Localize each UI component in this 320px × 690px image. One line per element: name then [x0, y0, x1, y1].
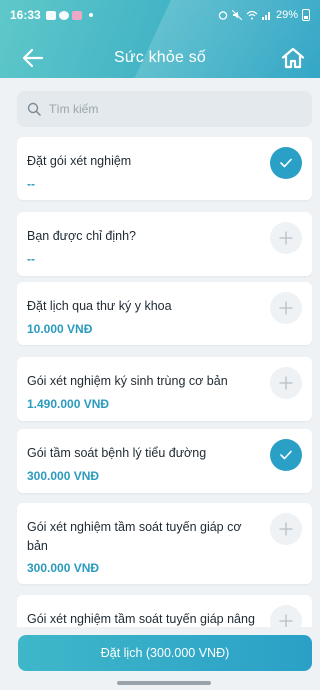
page-title: Sức khỏe số	[113, 49, 207, 66]
item-price: --	[27, 252, 35, 266]
item-name: Đặt gói xét nghiệm	[27, 154, 132, 168]
list-item-thyroid-advanced[interactable]: Gói xét nghiệm tầm soát tuyến giáp nâng	[17, 595, 312, 627]
home-icon	[281, 47, 305, 69]
list-item-parasite-package[interactable]: Gói xét nghiệm ký sinh trùng cơ bản 1.49…	[17, 357, 312, 421]
item-price: 300.000 VNĐ	[27, 469, 100, 483]
plus-icon	[279, 376, 293, 390]
plus-icon	[279, 301, 293, 315]
item-name: Gói xét nghiệm ký sinh trùng cơ bản	[27, 374, 228, 388]
list-item-thyroid-basic[interactable]: Gói xét nghiệm tầm soát tuyến giáp cơ bả…	[17, 503, 312, 584]
alarm-icon	[218, 11, 228, 20]
plus-icon	[279, 231, 293, 245]
mute-icon	[231, 10, 242, 20]
item-name: Bạn được chỉ định?	[27, 229, 136, 243]
item-price: --	[27, 177, 35, 191]
arrow-left-icon	[22, 48, 44, 68]
item-price: 300.000 VNĐ	[27, 561, 100, 575]
battery-icon	[302, 9, 310, 21]
item-name: Gói tầm soát bệnh lý tiểu đường	[27, 446, 207, 460]
selected-toggle[interactable]	[270, 439, 302, 471]
item-price: 1.490.000 VNĐ	[27, 397, 110, 411]
add-toggle[interactable]	[270, 222, 302, 254]
settings-notification-icon	[58, 10, 69, 20]
selected-toggle[interactable]	[270, 147, 302, 179]
item-name: Gói xét nghiệm tầm soát tuyến giáp cơ bả…	[27, 520, 242, 553]
battery-percent: 29%	[275, 9, 298, 21]
plus-icon	[279, 614, 293, 627]
add-toggle[interactable]	[270, 367, 302, 399]
app-notification-icon	[71, 10, 82, 20]
search-icon	[27, 102, 41, 116]
wifi-icon	[246, 10, 258, 20]
more-notifications-icon	[88, 13, 93, 17]
app-header: 16:33 29% Sức khỏe số	[0, 0, 320, 78]
gallery-notification-icon	[45, 10, 56, 20]
status-indicators: 29%	[218, 9, 310, 21]
signal-icon	[261, 12, 270, 20]
home-button[interactable]	[280, 45, 306, 71]
status-bar: 16:33 29%	[0, 0, 320, 30]
add-toggle[interactable]	[270, 605, 302, 627]
status-time: 16:33	[10, 8, 41, 22]
title-bar: Sức khỏe số	[0, 40, 320, 76]
item-name: Đặt lịch qua thư ký y khoa	[27, 299, 172, 313]
search-bar[interactable]	[17, 91, 312, 127]
list-item-medical-secretary[interactable]: Đặt lịch qua thư ký y khoa 10.000 VNĐ	[17, 282, 312, 345]
book-appointment-button[interactable]: Đặt lịch (300.000 VNĐ)	[18, 635, 312, 671]
check-icon	[280, 450, 292, 460]
check-icon	[280, 158, 292, 168]
add-toggle[interactable]	[270, 513, 302, 545]
item-price: 10.000 VNĐ	[27, 322, 93, 336]
add-toggle[interactable]	[270, 292, 302, 324]
service-list[interactable]: Đặt gói xét nghiệm -- Bạn được chỉ định?…	[17, 137, 312, 627]
list-item-prescribed[interactable]: Bạn được chỉ định? --	[17, 212, 312, 276]
list-item-diabetes-screening[interactable]: Gói tầm soát bệnh lý tiểu đường 300.000 …	[17, 429, 312, 493]
search-input[interactable]	[49, 102, 289, 116]
list-item-test-package[interactable]: Đặt gói xét nghiệm --	[17, 137, 312, 200]
item-name: Gói xét nghiệm tầm soát tuyến giáp nâng	[27, 612, 255, 626]
plus-icon	[279, 522, 293, 536]
back-button[interactable]	[20, 46, 46, 70]
home-indicator[interactable]	[117, 681, 211, 685]
